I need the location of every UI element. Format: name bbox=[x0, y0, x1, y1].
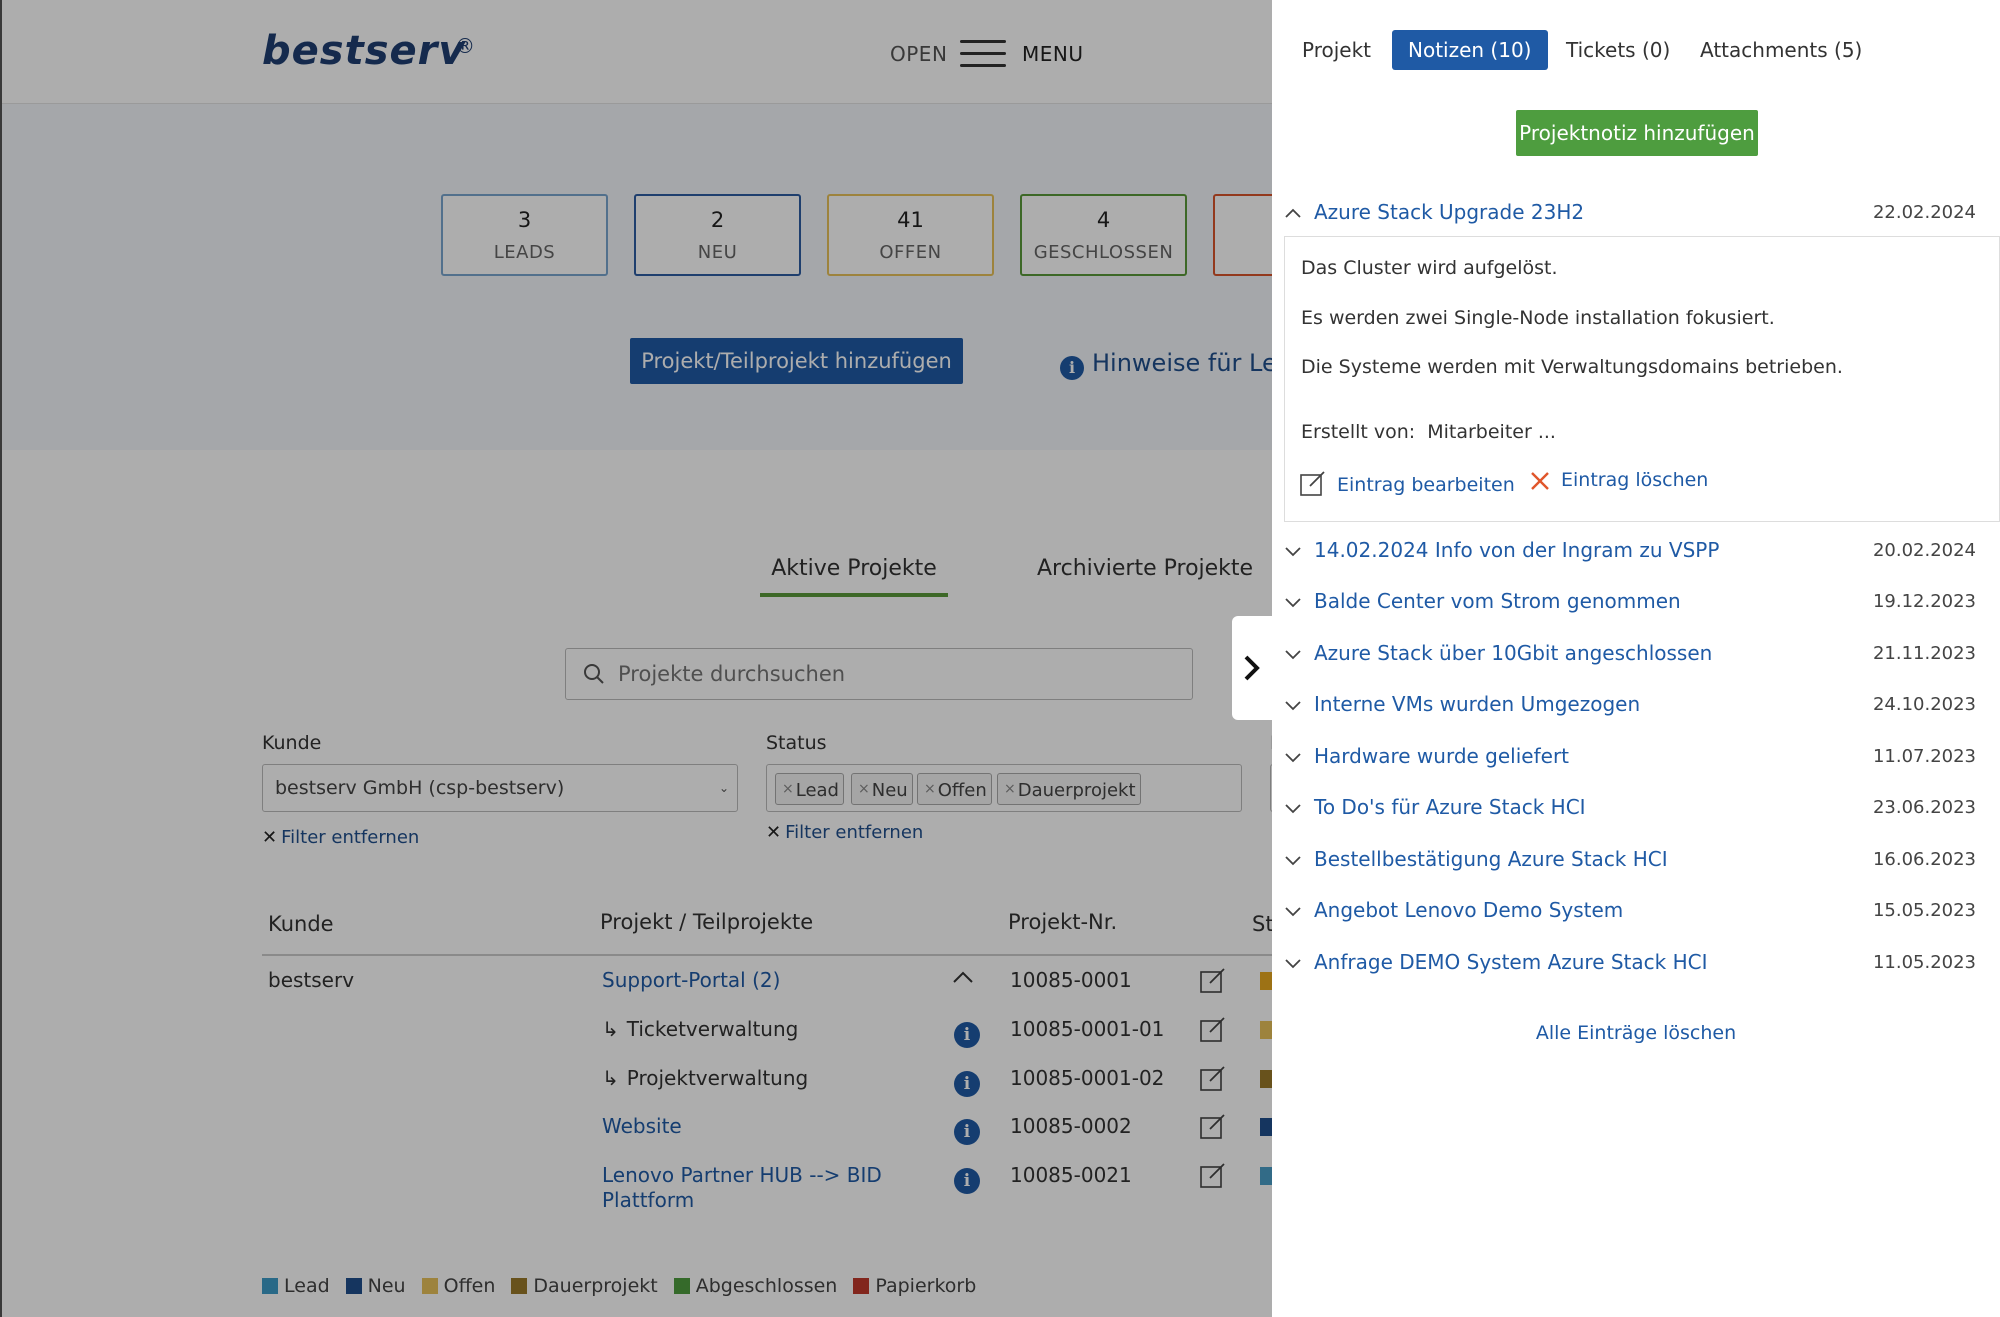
note-date: 24.10.2023 bbox=[1872, 694, 1976, 715]
note-date: 23.06.2023 bbox=[1872, 797, 1976, 818]
modal-backdrop[interactable] bbox=[0, 0, 1272, 1317]
chevron-down-icon bbox=[1285, 907, 1301, 917]
panel-tab-attachments[interactable]: Attachments (5) bbox=[1684, 30, 1878, 70]
note-item[interactable]: Hardware wurde geliefert 11.07.2023 bbox=[1284, 744, 1976, 774]
note-item[interactable]: Azure Stack über 10Gbit angeschlossen 21.… bbox=[1284, 641, 1976, 671]
note-item[interactable]: Anfrage DEMO System Azure Stack HCI 11.05… bbox=[1284, 950, 1976, 980]
note-date: 11.07.2023 bbox=[1872, 746, 1976, 767]
chevron-down-icon bbox=[1285, 547, 1301, 557]
note-date: 11.05.2023 bbox=[1872, 952, 1976, 973]
note-detail: Das Cluster wird aufgelöst. Es werden zw… bbox=[1284, 236, 2000, 522]
author-name: Mitarbeiter ... bbox=[1427, 421, 1556, 443]
note-title: To Do's für Azure Stack HCI bbox=[1314, 795, 1586, 819]
close-panel-button[interactable] bbox=[1232, 616, 1272, 720]
chevron-down-icon bbox=[1285, 598, 1301, 608]
chevron-down-icon bbox=[1285, 753, 1301, 763]
notes-side-panel: Projekt Notizen (10) Tickets (0) Attachm… bbox=[1272, 0, 2000, 1317]
note-title: Angebot Lenovo Demo System bbox=[1314, 898, 1624, 922]
note-date: 15.05.2023 bbox=[1872, 900, 1976, 921]
note-item[interactable]: Bestellbestätigung Azure Stack HCI 16.06.… bbox=[1284, 847, 1976, 877]
note-date: 16.06.2023 bbox=[1872, 849, 1976, 870]
chevron-down-icon bbox=[1285, 856, 1301, 866]
note-title: Azure Stack Upgrade 23H2 bbox=[1314, 200, 1585, 224]
note-item[interactable]: Balde Center vom Strom genommen 19.12.202… bbox=[1284, 589, 1976, 619]
panel-tab-projekt[interactable]: Projekt bbox=[1286, 30, 1387, 70]
edit-note-button[interactable]: Eintrag bearbeiten bbox=[1299, 469, 1515, 497]
edit-icon bbox=[1300, 471, 1325, 496]
note-title: Azure Stack über 10Gbit angeschlossen bbox=[1314, 641, 1713, 665]
note-author: Erstellt von: Mitarbeiter ... bbox=[1301, 421, 1556, 443]
close-icon bbox=[1531, 472, 1549, 490]
chevron-down-icon bbox=[1285, 650, 1301, 660]
author-label: Erstellt von: bbox=[1301, 421, 1416, 443]
note-date: 20.02.2024 bbox=[1872, 540, 1976, 561]
note-date: 22.02.2024 bbox=[1872, 202, 1976, 223]
add-project-note-button[interactable]: Projektnotiz hinzufügen bbox=[1516, 110, 1758, 156]
chevron-down-icon bbox=[1285, 959, 1301, 969]
note-title: Bestellbestätigung Azure Stack HCI bbox=[1314, 847, 1668, 871]
note-item[interactable]: Interne VMs wurden Umgezogen 24.10.2023 bbox=[1284, 692, 1976, 722]
note-title: Anfrage DEMO System Azure Stack HCI bbox=[1314, 950, 1708, 974]
chevron-up-icon bbox=[1285, 208, 1301, 218]
delete-note-button[interactable]: Eintrag löschen bbox=[1529, 469, 1708, 492]
note-text-line: Es werden zwei Single-Node installation … bbox=[1301, 307, 1775, 329]
note-title: Hardware wurde geliefert bbox=[1314, 744, 1570, 768]
note-title: Interne VMs wurden Umgezogen bbox=[1314, 692, 1641, 716]
note-title: 14.02.2024 Info von der Ingram zu VSPP bbox=[1314, 538, 1720, 562]
panel-tab-tickets[interactable]: Tickets (0) bbox=[1550, 30, 1686, 70]
note-text-line: Die Systeme werden mit Verwaltungsdomain… bbox=[1301, 356, 1843, 378]
note-item[interactable]: Angebot Lenovo Demo System 15.05.2023 bbox=[1284, 898, 1976, 928]
chevron-down-icon bbox=[1285, 701, 1301, 711]
note-item[interactable]: 14.02.2024 Info von der Ingram zu VSPP 20… bbox=[1284, 538, 1976, 568]
note-item[interactable]: To Do's für Azure Stack HCI 23.06.2023 bbox=[1284, 795, 1976, 825]
chevron-down-icon bbox=[1285, 804, 1301, 814]
edit-note-label: Eintrag bearbeiten bbox=[1337, 474, 1515, 496]
note-title: Balde Center vom Strom genommen bbox=[1314, 589, 1681, 613]
note-text-line: Das Cluster wird aufgelöst. bbox=[1301, 257, 1558, 279]
panel-tab-notizen[interactable]: Notizen (10) bbox=[1392, 30, 1548, 70]
delete-all-notes-button[interactable]: Alle Einträge löschen bbox=[1272, 1022, 2000, 1044]
chevron-right-icon bbox=[1244, 655, 1260, 681]
note-item[interactable]: Azure Stack Upgrade 23H2 22.02.2024 bbox=[1284, 200, 1976, 230]
delete-note-label: Eintrag löschen bbox=[1561, 469, 1709, 491]
note-date: 19.12.2023 bbox=[1872, 591, 1976, 612]
note-date: 21.11.2023 bbox=[1872, 643, 1976, 664]
